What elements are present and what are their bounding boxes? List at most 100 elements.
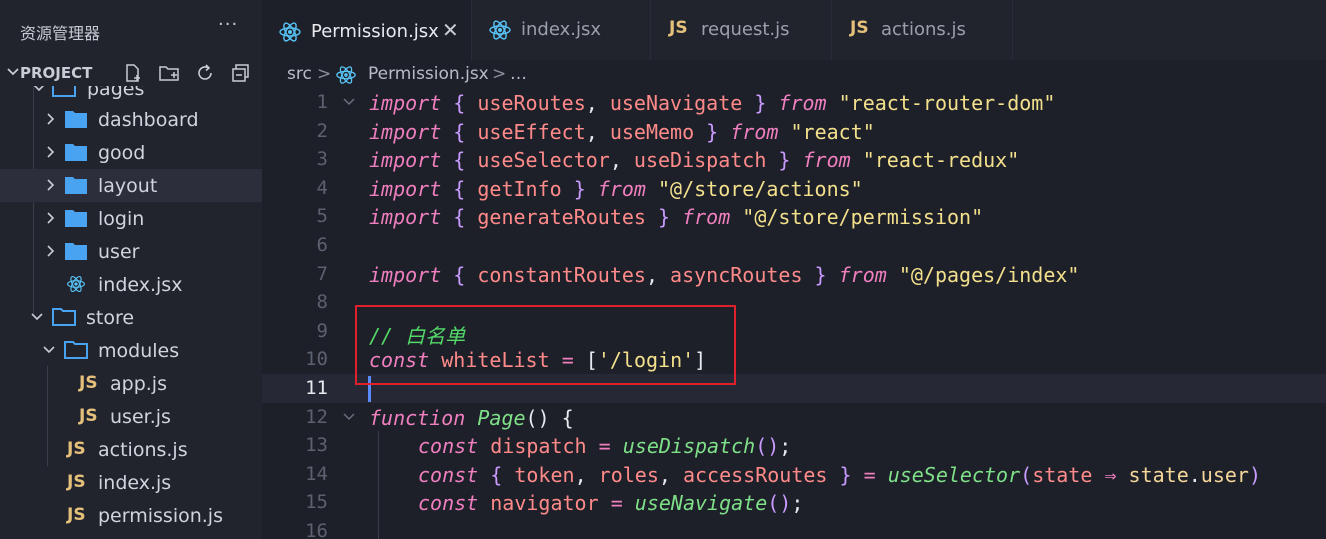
close-icon[interactable]: ✕	[442, 18, 459, 42]
code-line[interactable]: 7 import { constantRoutes, asyncRoutes }…	[262, 260, 1326, 289]
new-file-icon[interactable]	[122, 62, 144, 84]
folder-open-icon	[64, 341, 88, 359]
fold-chevron-icon[interactable]	[342, 95, 356, 109]
js-icon: JS	[79, 406, 98, 426]
tab-permission-jsx[interactable]: Permission.jsx ✕	[262, 0, 471, 62]
tree-item-modules[interactable]: modules	[0, 334, 262, 367]
code-text: import { useRoutes, useNavigate } from "…	[369, 91, 1056, 115]
more-actions-button[interactable]: ···	[218, 14, 238, 35]
code-line[interactable]: 3 import { useSelector, useDispatch } fr…	[262, 145, 1326, 174]
project-label: PROJECT	[20, 64, 93, 82]
line-number: 10	[305, 348, 328, 371]
code-line[interactable]: 13 const dispatch = useDispatch();	[262, 431, 1326, 460]
chevron-down-icon	[31, 313, 43, 321]
fold-chevron-icon[interactable]	[342, 410, 356, 424]
line-number: 4	[316, 176, 328, 199]
chevron-right-icon	[47, 245, 55, 257]
tab-divider	[1012, 0, 1013, 60]
refresh-icon[interactable]	[194, 62, 216, 84]
chevron-right-icon	[47, 212, 55, 224]
react-icon	[489, 20, 511, 40]
explorer-title: 资源管理器	[20, 24, 101, 43]
code-text: import { getInfo } from "@/store/actions…	[369, 176, 863, 201]
line-number: 16	[305, 520, 328, 539]
collapse-all-icon[interactable]	[230, 62, 252, 84]
line-number: 5	[316, 205, 328, 228]
js-icon: JS	[67, 472, 86, 492]
folder-open-icon	[52, 86, 76, 97]
tree-item-index-jsx[interactable]: index.jsx	[0, 268, 262, 301]
code-line[interactable]: 6	[262, 231, 1326, 260]
folder-open-icon	[52, 308, 76, 326]
js-icon: JS	[669, 18, 688, 38]
code-line[interactable]: 2 import { useEffect, useMemo } from "re…	[262, 117, 1326, 146]
project-section-header[interactable]: PROJECT	[0, 60, 262, 86]
tree-item-user-js[interactable]: JS user.js	[0, 400, 262, 433]
tree-item-label: app.js	[110, 373, 167, 395]
tree-item-label: actions.js	[98, 439, 188, 461]
react-icon	[336, 66, 356, 84]
folder-icon	[65, 210, 87, 227]
tree-item-label: good	[98, 142, 146, 164]
line-number: 15	[305, 491, 328, 514]
tree-item-label: index.jsx	[98, 274, 183, 296]
tree-item-label: dashboard	[98, 109, 199, 131]
line-number: 1	[316, 91, 328, 113]
tab-index-jsx[interactable]: index.jsx	[472, 0, 650, 60]
chevron-right-icon	[47, 113, 55, 125]
tree-item-user[interactable]: user	[0, 235, 262, 268]
react-icon	[279, 22, 301, 42]
tree-item-label: store	[86, 307, 135, 329]
code-line[interactable]: 4 import { getInfo } from "@/store/actio…	[262, 174, 1326, 203]
highlight-annotation-box	[355, 305, 736, 385]
tree-item-store[interactable]: store	[0, 301, 262, 334]
breadcrumb-file[interactable]: Permission.jsx	[368, 64, 489, 84]
tree-item-index-js[interactable]: JS index.js	[0, 466, 262, 499]
breadcrumb: src > Permission.jsx > …	[262, 60, 1326, 88]
code-line[interactable]: 16	[262, 517, 1326, 539]
js-icon: JS	[67, 505, 86, 525]
line-number: 7	[316, 262, 328, 285]
tree-item-label: modules	[98, 340, 180, 362]
line-number: 3	[316, 148, 328, 171]
code-line[interactable]: 5 import { generateRoutes } from "@/stor…	[262, 202, 1326, 231]
code-text: import { generateRoutes } from "@/store/…	[369, 205, 984, 230]
line-number: 2	[316, 119, 328, 142]
code-text: const { token, roles, accessRoutes } = u…	[418, 462, 1262, 487]
tree-item-login[interactable]: login	[0, 202, 262, 235]
line-number: 6	[316, 234, 328, 256]
explorer-header: 资源管理器 ···	[0, 0, 262, 60]
tree-item-permission-js[interactable]: JS permission.js	[0, 499, 262, 532]
tree-item-actions-js[interactable]: JS actions.js	[0, 433, 262, 466]
tree-item-app-js[interactable]: JS app.js	[0, 367, 262, 400]
tree-item-layout[interactable]: layout	[0, 169, 262, 202]
code-line[interactable]: 14 const { token, roles, accessRoutes } …	[262, 460, 1326, 489]
tab-request-js[interactable]: JS request.js	[651, 0, 831, 60]
folder-icon	[65, 111, 87, 128]
breadcrumb-more[interactable]: …	[510, 64, 527, 84]
tree-item-label: permission.js	[98, 505, 223, 527]
breadcrumb-src[interactable]: src	[287, 64, 312, 84]
tree-item-label: index.js	[98, 472, 172, 494]
code-line[interactable]: 15 const navigator = useNavigate();	[262, 488, 1326, 517]
code-line[interactable]: 12 function Page() {	[262, 403, 1326, 432]
code-line[interactable]: 1 import { useRoutes, useNavigate } from…	[262, 88, 1326, 117]
folder-icon	[65, 144, 87, 161]
tab-actions-js[interactable]: JS actions.js	[832, 0, 1012, 60]
chevron-right-icon	[47, 146, 55, 158]
js-icon: JS	[79, 373, 98, 393]
file-tree: pages dashboard good layout login user i…	[0, 86, 262, 539]
tab-label: request.js	[701, 19, 790, 40]
tree-item-label: layout	[98, 175, 158, 197]
line-number: 11	[305, 377, 328, 399]
line-number: 14	[305, 462, 328, 485]
explorer-sidebar: 资源管理器 ··· PROJECT pages dashboard good l…	[0, 0, 262, 539]
code-text: const dispatch = useDispatch();	[418, 434, 792, 459]
tree-item-good[interactable]: good	[0, 136, 262, 169]
react-icon	[67, 276, 85, 292]
new-folder-icon[interactable]	[158, 62, 180, 84]
code-text: function Page() {	[369, 405, 574, 430]
tree-item-dashboard[interactable]: dashboard	[0, 103, 262, 136]
tab-label: index.jsx	[521, 19, 601, 40]
chevron-right-icon	[47, 179, 55, 191]
